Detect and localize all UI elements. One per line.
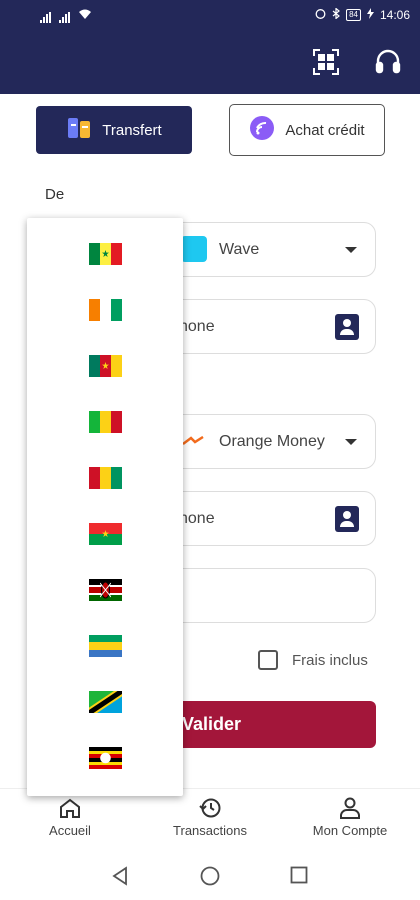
nav-account[interactable]: Mon Compte xyxy=(280,797,420,838)
qr-scan-icon[interactable] xyxy=(312,48,340,76)
country-item-burkina-faso[interactable] xyxy=(27,506,183,562)
contacts-icon[interactable] xyxy=(335,314,359,340)
bluetooth-icon xyxy=(332,7,340,22)
from-phone-placeholder: hone xyxy=(179,318,215,335)
country-item-tanzania[interactable] xyxy=(27,674,183,730)
to-operator-select[interactable]: Orange Money xyxy=(168,414,376,469)
credit-icon xyxy=(249,115,275,145)
system-navigation-bar xyxy=(0,850,420,900)
kenya-flag-icon xyxy=(88,579,122,601)
to-phone-input[interactable]: hone xyxy=(168,491,376,546)
achat-credit-label: Achat crédit xyxy=(285,121,365,139)
country-item-senegal[interactable] xyxy=(27,226,183,282)
bottom-navigation: Accueil Transactions Mon Compte xyxy=(0,788,420,850)
home-icon xyxy=(60,798,80,818)
nav-transactions[interactable]: Transactions xyxy=(140,797,280,838)
country-item-cote-divoire[interactable] xyxy=(27,282,183,338)
uganda-flag-icon xyxy=(88,747,122,769)
gabon-flag-icon xyxy=(88,635,122,657)
signal-icon-2 xyxy=(59,12,70,23)
recents-icon[interactable] xyxy=(290,866,308,884)
from-label: De xyxy=(45,186,65,203)
transfert-tab-button[interactable]: Transfert xyxy=(36,106,192,154)
battery-level: 84 xyxy=(346,9,361,21)
mali-flag-icon xyxy=(88,411,122,433)
country-item-uganda[interactable] xyxy=(27,730,183,786)
country-item-mali[interactable] xyxy=(27,394,183,450)
country-dropdown-menu xyxy=(27,218,183,796)
contacts-icon[interactable] xyxy=(335,506,359,532)
orange-money-logo-icon xyxy=(182,436,204,445)
to-operator-value: Orange Money xyxy=(219,433,325,450)
chevron-down-icon xyxy=(345,247,357,253)
submit-button[interactable]: Valider xyxy=(168,701,376,748)
home-circle-icon[interactable] xyxy=(200,866,220,886)
headset-support-icon[interactable] xyxy=(374,48,402,76)
from-phone-input[interactable]: hone xyxy=(168,299,376,354)
wave-logo-icon xyxy=(181,236,207,262)
nav-transactions-label: Transactions xyxy=(173,823,247,838)
nav-home[interactable]: Accueil xyxy=(0,797,140,838)
user-icon xyxy=(340,797,360,819)
country-item-guinea[interactable] xyxy=(27,450,183,506)
nav-account-label: Mon Compte xyxy=(312,823,388,838)
from-operator-select[interactable]: Wave xyxy=(168,222,376,277)
nav-home-label: Accueil xyxy=(49,823,91,838)
country-item-gabon[interactable] xyxy=(27,618,183,674)
transfert-label: Transfert xyxy=(102,121,162,139)
transfer-icon xyxy=(66,115,92,145)
history-icon xyxy=(199,798,221,818)
wifi-icon xyxy=(78,9,92,23)
burkina-faso-flag-icon xyxy=(88,523,122,545)
achat-credit-tab-button[interactable]: Achat crédit xyxy=(229,104,385,156)
top-app-bar: 84 14:06 xyxy=(0,0,420,94)
alarm-icon xyxy=(315,8,326,22)
chevron-down-icon xyxy=(345,439,357,445)
amount-input[interactable] xyxy=(168,568,376,623)
from-operator-value: Wave xyxy=(219,241,260,258)
senegal-flag-icon xyxy=(88,243,122,265)
fees-included-checkbox[interactable] xyxy=(258,650,278,670)
guinea-flag-icon xyxy=(88,467,122,489)
status-bar: 84 14:06 xyxy=(0,0,420,32)
country-item-cameroon[interactable] xyxy=(27,338,183,394)
back-icon[interactable] xyxy=(111,866,129,886)
to-phone-placeholder: hone xyxy=(179,510,215,527)
signal-icon xyxy=(40,12,51,23)
cameroon-flag-icon xyxy=(88,355,122,377)
charging-icon xyxy=(366,8,374,22)
cote-divoire-flag-icon xyxy=(88,299,122,321)
clock-time: 14:06 xyxy=(379,8,410,22)
country-item-kenya[interactable] xyxy=(27,562,183,618)
tanzania-flag-icon xyxy=(88,691,122,713)
submit-label: Valider xyxy=(182,714,242,734)
fees-included-label: Frais inclus xyxy=(292,651,368,669)
